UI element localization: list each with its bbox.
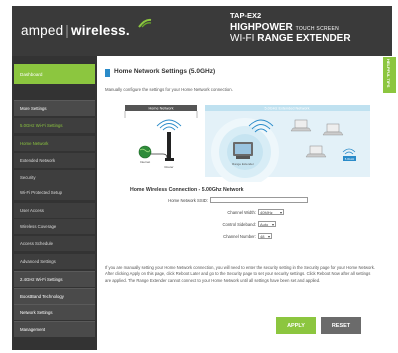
sidebar-item-more-settings[interactable]: More Settings <box>14 100 95 116</box>
sidebar-item-home-network[interactable]: Home Network <box>14 136 95 151</box>
sidebar-item-wi-fi-protected-setup[interactable]: Wi-Fi Protected Setup <box>14 185 95 200</box>
page-title: Home Network Settings (5.0GHz) <box>114 68 216 75</box>
sidebar-item-2-4ghz-wi-fi-settings[interactable]: 2.4GHz Wi-Fi Settings <box>14 271 95 287</box>
page-description: Manually configure the settings for your… <box>105 87 233 92</box>
helpful-tips-label: HELPFUL TIPS <box>386 59 391 88</box>
amped-logo: amped | wireless. <box>21 23 130 38</box>
sidebar-nav: Dashboard More Settings 5.0GHz Wi-Fi Sett… <box>12 56 97 350</box>
logo-swoosh-icon <box>138 18 152 28</box>
control-sideband-label: Control Sideband: <box>222 222 256 227</box>
sidebar-item-wireless-coverage[interactable]: Wireless Coverage <box>14 219 95 234</box>
chevron-down-icon: ▾ <box>279 209 282 215</box>
product-line-2: HIGHPOWER TOUCH SCREEN <box>230 21 351 33</box>
form-section-title: Home Wireless Connection - 5.00Ghz Netwo… <box>130 187 244 193</box>
internet-globe-icon <box>138 145 152 159</box>
channel-width-value: 40MHz <box>260 209 273 215</box>
apply-button[interactable]: APPLY <box>276 317 316 334</box>
channel-width-select[interactable]: 40MHz ▾ <box>258 209 284 215</box>
logo-divider: | <box>65 23 69 38</box>
sidebar-item-advanced-settings[interactable]: Advanced Settings <box>14 254 95 269</box>
chevron-down-icon: ▾ <box>267 233 270 239</box>
sidebar-item-user-access[interactable]: User Access <box>14 203 95 218</box>
control-sideband-value: Auto <box>260 221 269 227</box>
ext-network-label: 5.0GHz Extended Network <box>265 106 310 110</box>
control-sideband-select[interactable]: Auto ▾ <box>258 221 276 227</box>
logo-text-amped: amped <box>21 23 64 38</box>
logo-text-wireless: wireless. <box>71 23 130 38</box>
wifi-text: WI-FI <box>230 32 255 44</box>
internet-label: Internet <box>140 160 150 164</box>
sidebar-item-access-schedule[interactable]: Access Schedule <box>14 236 95 251</box>
home-network-label: Home Network <box>148 106 173 110</box>
network-diagram: Home Network 5.0GHz Extended Network Int… <box>124 105 370 182</box>
badge-5ghz-label: 5.0GHz <box>345 157 355 161</box>
router-icon <box>156 119 182 161</box>
model-number: TAP-EX2 <box>230 11 262 20</box>
reset-button[interactable]: RESET <box>321 317 361 334</box>
channel-width-label: Channel Width: <box>227 210 256 215</box>
product-name: TAP-EX2 HIGHPOWER TOUCH SCREEN WI-FI RAN… <box>230 12 351 44</box>
sidebar-item-network-settings[interactable]: Network Settings <box>14 304 95 320</box>
channel-number-value: 48 <box>260 233 265 239</box>
range-extender-text: RANGE EXTENDER <box>257 32 351 44</box>
channel-number-select[interactable]: 48 ▾ <box>258 233 272 239</box>
info-note: If you are manually setting your Home Ne… <box>105 265 375 283</box>
extender-label: Range Extender <box>232 162 254 166</box>
chevron-down-icon: ▾ <box>271 221 274 227</box>
product-line-3: WI-FI RANGE EXTENDER <box>230 32 351 44</box>
helpful-tips-tab[interactable]: HELPFUL TIPS <box>383 57 396 93</box>
ssid-input[interactable] <box>210 197 308 203</box>
touchscreen-text: TOUCH SCREEN <box>295 25 340 32</box>
sidebar-item-dashboard[interactable]: Dashboard <box>14 64 95 84</box>
title-marker <box>105 69 110 77</box>
sidebar-item-security[interactable]: Security <box>14 170 95 185</box>
sidebar-item-extended-network[interactable]: Extended Network <box>14 153 95 168</box>
sidebar-item-management[interactable]: Management <box>14 321 95 337</box>
sidebar-item-5-0ghz-wi-fi-settings[interactable]: 5.0GHz Wi-Fi Settings <box>14 118 95 133</box>
highpower-text: HIGHPOWER <box>230 21 293 33</box>
range-extender-icon <box>233 142 253 159</box>
channel-number-label: Channel Number: <box>223 234 256 239</box>
router-label: Router <box>164 165 173 169</box>
ssid-label: Home Network SSID: <box>168 198 208 203</box>
header-bar: amped | wireless. TAP-EX2 HIGHPOWER TOUCH … <box>12 6 392 56</box>
sidebar-item-boostband-technology[interactable]: BoostBand Technology <box>14 288 95 304</box>
